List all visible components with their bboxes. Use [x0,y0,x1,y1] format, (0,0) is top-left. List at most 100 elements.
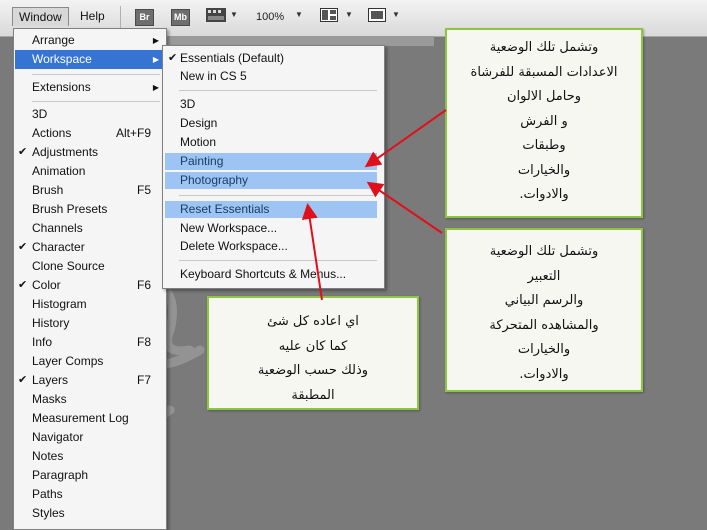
annotation-line: والادوات. [519,187,569,202]
chevron-down-icon[interactable]: ▼ [295,10,303,19]
workspace-item-new-in-cs5[interactable]: New in CS 5 [165,68,377,85]
annotation-line: وذلك حسب الوضعية [257,363,369,378]
menu-item-styles[interactable]: Styles [15,504,165,523]
menu-item-label: Notes [32,449,64,463]
workspace-item-delete-workspace[interactable]: Delete Workspace... [165,238,377,255]
menu-item-brush[interactable]: Brush F5 [15,181,165,200]
menu-item-actions[interactable]: Actions Alt+F9 [15,124,165,143]
menu-item-workspace[interactable]: Workspace ▶ [15,50,165,69]
menu-item-measurement-log[interactable]: Measurement Log [15,409,165,428]
workspace-item-reset-essentials[interactable]: Reset Essentials [165,201,377,218]
annotation-line: كما كان عليه [278,338,348,354]
chevron-down-icon[interactable]: ▼ [345,10,353,19]
menu-item-label: Channels [32,221,83,235]
menu-item-color[interactable]: ✔ Color F6 [15,276,165,295]
menu-item-label: New Workspace... [180,221,278,235]
annotation-photography: وتشمل تلك الوضعية التعبير والرسم البياني… [445,228,643,392]
menu-item-label: Essentials (Default) [180,51,285,65]
workspace-item-keyboard-shortcuts[interactable]: Keyboard Shortcuts & Menus... [165,266,377,283]
annotation-line: المطبقة [291,387,335,403]
checkmark-icon: ✔ [18,374,28,386]
chevron-down-icon[interactable]: ▼ [230,10,238,19]
menu-item-label: Masks [32,392,67,406]
menu-item-label: Info [32,335,53,349]
workspace-item-3d[interactable]: 3D [165,96,377,113]
window-menu: Arrange ▶ Workspace ▶ Extensions ▶ 3D Ac… [13,28,167,530]
menu-item-label: Navigator [32,430,84,444]
menu-item-label: Layers [32,373,69,387]
film-icon[interactable] [206,8,226,24]
menu-item-channels[interactable]: Channels [15,219,165,238]
menu-item-label: Brush Presets [32,202,108,216]
menu-item-label: Photography [180,173,249,187]
menu-separator [32,101,160,102]
workspace-item-painting[interactable]: Painting [165,153,377,170]
menu-item-label: 3D [32,107,48,121]
annotation-line: وطبقات [522,138,566,153]
menu-item-label: Keyboard Shortcuts & Menus... [180,267,347,281]
annotation-line: والادوات. [519,366,569,382]
menu-item-label: Motion [180,135,217,149]
menu-item-label: 3D [180,97,196,111]
menu-item-label: Painting [180,154,224,168]
checkmark-icon: ✔ [18,241,28,253]
menu-item-label: Clone Source [32,259,105,273]
menu-window[interactable]: Window [12,7,69,26]
workspace-item-new-workspace[interactable]: New Workspace... [165,220,377,237]
zoom-level[interactable]: 100% [256,11,284,23]
menu-item-animation[interactable]: Animation [15,162,165,181]
annotation-reset: اي اعاده كل شئ كما كان عليه وذلك حسب الو… [207,296,419,410]
menu-item-arrange[interactable]: Arrange ▶ [15,31,165,50]
menu-item-label: Workspace [32,52,92,66]
menu-item-adjustments[interactable]: ✔ Adjustments [15,143,165,162]
workspace-item-photography[interactable]: Photography [165,172,377,189]
menu-item-label: Adjustments [32,145,99,159]
menu-help[interactable]: Help [74,7,111,25]
menu-item-brush-presets[interactable]: Brush Presets [15,200,165,219]
menu-item-label: Delete Workspace... [180,239,288,253]
workspace-item-design[interactable]: Design [165,115,377,132]
menu-separator [179,260,377,261]
menu-item-notes[interactable]: Notes [15,447,165,466]
workspace-submenu: ✔ Essentials (Default) New in CS 5 3D De… [162,45,385,289]
menu-item-shortcut: Alt+F9 [115,126,151,140]
layout-icon[interactable] [320,8,338,24]
menu-item-navigator[interactable]: Navigator [15,428,165,447]
menu-separator [179,90,377,91]
menu-item-extensions[interactable]: Extensions ▶ [15,78,165,97]
menu-item-layers[interactable]: ✔ Layers F7 [15,371,165,390]
annotation-line: والرسم البياني [504,293,584,308]
menu-item-paths[interactable]: Paths [15,485,165,504]
menu-item-info[interactable]: Info F8 [15,333,165,352]
toolbar-separator [120,6,121,28]
menu-item-label: Animation [32,164,86,178]
menu-item-label: History [32,316,70,330]
chevron-down-icon[interactable]: ▼ [392,10,400,19]
menu-item-shortcut: F8 [136,335,151,349]
annotation-painting: وتشمل تلك الوضعية الاعدادات المسبقة للفر… [445,28,643,218]
menu-item-character[interactable]: ✔ Character [15,238,165,257]
menu-item-histogram[interactable]: Histogram [15,295,165,314]
menu-item-label: Actions [32,126,72,140]
annotation-line: وحامل الالوان [506,89,582,104]
screen-mode-icon[interactable] [368,8,386,24]
menu-item-label: Histogram [32,297,87,311]
menu-item-3d[interactable]: 3D [15,105,165,124]
submenu-arrow-icon: ▶ [152,36,159,45]
menu-item-clone-source[interactable]: Clone Source [15,257,165,276]
menu-item-masks[interactable]: Masks [15,390,165,409]
menu-item-paragraph[interactable]: Paragraph [15,466,165,485]
submenu-arrow-icon: ▶ [152,55,159,64]
checkmark-icon: ✔ [18,279,28,291]
menu-item-label: Paths [32,487,63,501]
workspace-item-motion[interactable]: Motion [165,134,377,151]
menu-item-history[interactable]: History [15,314,165,333]
menu-item-layer-comps[interactable]: Layer Comps [15,352,165,371]
menu-item-label: Measurement Log [32,411,129,425]
mini-bridge-button[interactable]: Mb [171,9,190,26]
menu-separator [32,74,160,75]
workspace-item-essentials[interactable]: ✔ Essentials (Default) [165,50,377,67]
annotation-line: الاعدادات المسبقة للفرشاة [470,64,618,80]
annotation-line: اي اعاده كل شئ [267,314,359,329]
bridge-button[interactable]: Br [135,9,154,26]
